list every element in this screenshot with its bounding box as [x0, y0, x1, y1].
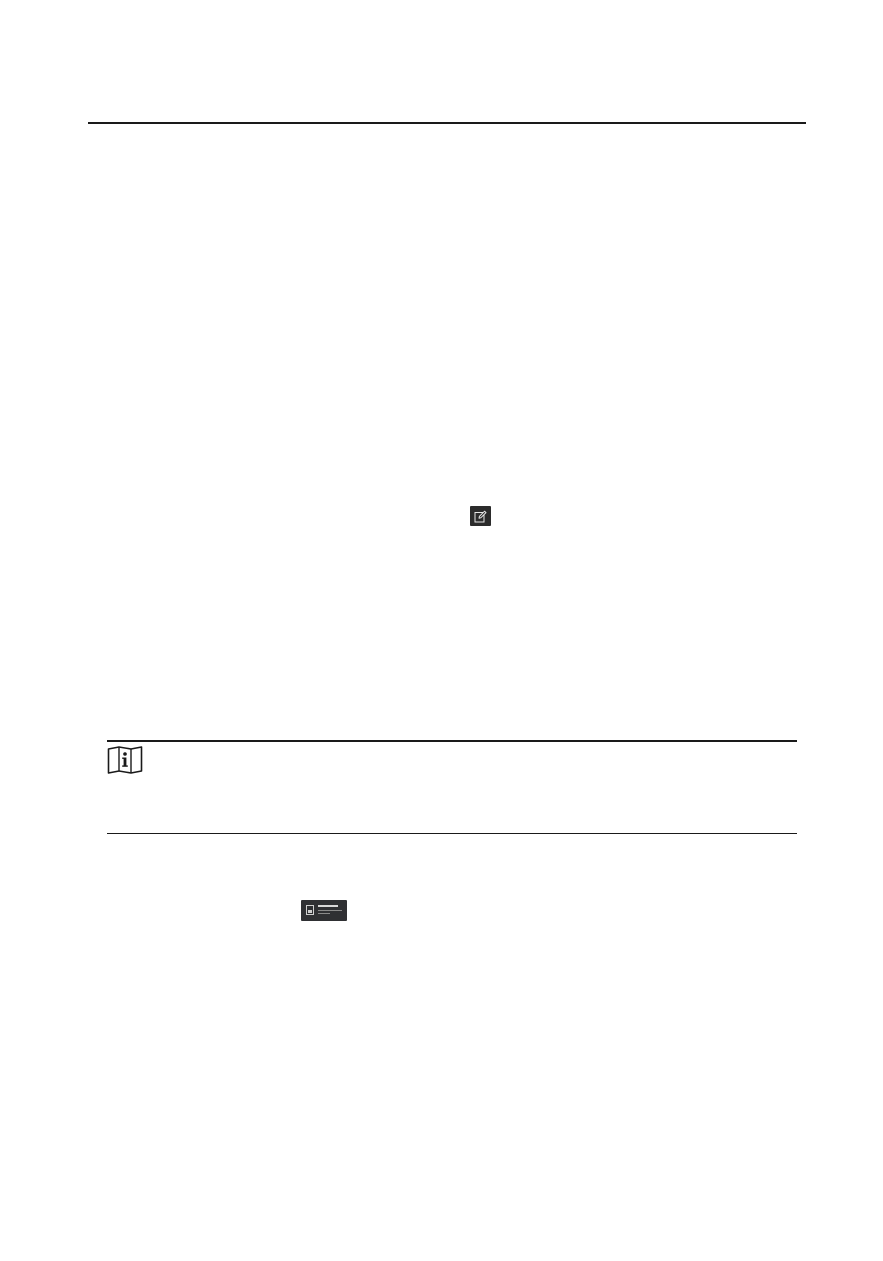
- note-info-icon: [107, 746, 143, 774]
- note-top-rule: [107, 740, 797, 742]
- panel-thumbnail-icon: [301, 900, 347, 921]
- thumbnail-text-line-short: [318, 913, 330, 914]
- thumbnail-text-line: [318, 910, 342, 911]
- thumbnail-square: [306, 905, 314, 915]
- edit-icon-glyph: [474, 510, 487, 522]
- note-bottom-rule: [107, 833, 797, 834]
- header-rule: [88, 122, 806, 124]
- thumbnail-title-line: [318, 905, 338, 907]
- edit-icon[interactable]: [470, 506, 491, 526]
